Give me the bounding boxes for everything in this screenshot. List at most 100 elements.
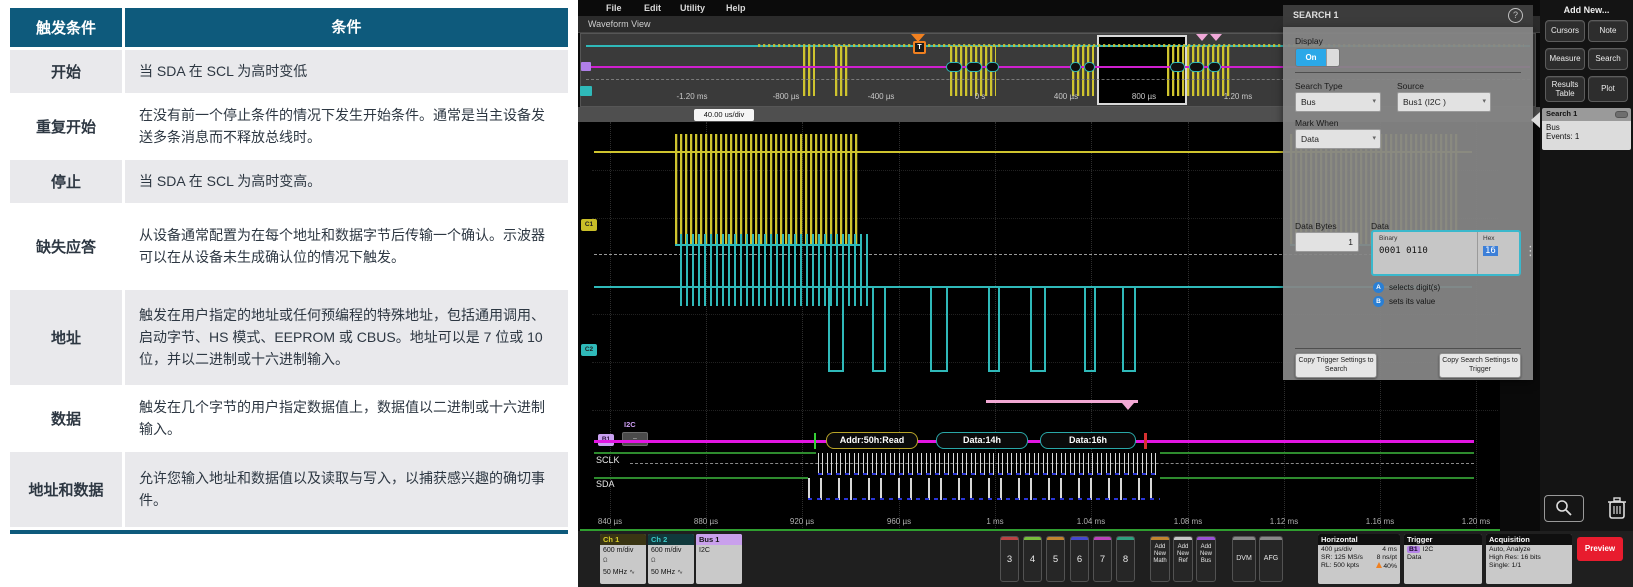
source-select[interactable]: Bus1 (I2C ) ▾ <box>1397 92 1491 112</box>
trigger-t-icon[interactable]: T <box>913 41 926 54</box>
search-mark-icon <box>1210 34 1222 41</box>
ch6-button[interactable]: 6 <box>1070 536 1089 582</box>
ch8-button[interactable]: 8 <box>1116 536 1135 582</box>
h-scale: 400 µs/div <box>1321 546 1352 553</box>
ch2-marker-icon[interactable]: C2 <box>581 344 597 356</box>
bus-handle[interactable]: – <box>622 432 648 446</box>
data-bytes-label: Data Bytes <box>1295 221 1337 231</box>
search-type-select[interactable]: Bus ▾ <box>1295 92 1381 112</box>
hex-label: Hex <box>1483 235 1495 242</box>
data-bytes-input[interactable]: 1 <box>1295 232 1359 252</box>
sda-pulses <box>808 478 1160 500</box>
sda-high-line <box>594 477 808 479</box>
afg-stripe <box>1260 537 1282 540</box>
add-cursors-button[interactable]: Cursors <box>1545 20 1585 42</box>
time-label: 840 µs <box>598 517 622 526</box>
tab-waveform-view[interactable]: Waveform View <box>588 19 651 29</box>
search-result-card[interactable]: Search 1 Bus Events: 1 <box>1542 108 1631 150</box>
ch5-button[interactable]: 5 <box>1046 536 1065 582</box>
acquisition-settings-badge[interactable]: Acquisition Auto, Analyze High Res: 16 b… <box>1486 534 1572 584</box>
mark-when-select[interactable]: Data ▾ <box>1295 129 1381 149</box>
add-new-math-button[interactable]: Add New Math <box>1150 536 1170 582</box>
acq-resolution: High Res: 16 bits <box>1489 554 1541 561</box>
coupling-icon: Ω <box>648 556 694 566</box>
hzoom-scale-value[interactable]: 40.00 us/div <box>694 109 754 121</box>
menu-help[interactable]: Help <box>726 3 746 13</box>
dvm-button[interactable]: DVM <box>1232 536 1256 582</box>
add-plot-button[interactable]: Plot <box>1588 76 1628 102</box>
help-icon[interactable]: ? <box>1508 8 1523 23</box>
ch2-badge-title: Ch 2 <box>648 534 694 545</box>
ch3-button[interactable]: 3 <box>1000 536 1019 582</box>
bus1-badge-title: Bus 1 <box>696 534 742 545</box>
search-type-label: Search Type <box>1295 81 1343 91</box>
overview-decode-bubble <box>966 62 982 72</box>
display-toggle-knob <box>1326 49 1340 67</box>
right-sidebar: Add New... Cursors Note Measure Search R… <box>1540 0 1633 531</box>
search-card-close-pill[interactable] <box>1615 111 1628 118</box>
ch7-number: 7 <box>1094 554 1111 565</box>
menu-utility[interactable]: Utility <box>680 3 705 13</box>
overview-decode-bubble <box>1084 62 1095 72</box>
acq-single: Single: 1/1 <box>1489 562 1521 569</box>
trigger-source-badge: B1 <box>1407 546 1420 553</box>
add-note-button[interactable]: Note <box>1588 20 1628 42</box>
knob-b-hint: sets its value <box>1389 297 1435 306</box>
copy-trigger-to-search-button[interactable]: Copy Trigger Settings to Search <box>1295 353 1377 378</box>
add-results-table-button[interactable]: Results Table <box>1545 76 1585 102</box>
ch4-color-stripe <box>1024 537 1041 540</box>
row-name: 地址 <box>10 290 122 385</box>
h-recordlength: RL: 500 kpts <box>1321 562 1359 570</box>
row-desc: 允许您输入地址和数据值以及读取与写入，以捕获感兴趣的确切事件。 <box>122 452 568 527</box>
source-label: Source <box>1397 81 1424 91</box>
bus1-badge[interactable]: Bus 1 I2C <box>696 534 742 584</box>
hex-value[interactable]: 16 <box>1483 246 1498 256</box>
search-mark-icon <box>1196 34 1208 41</box>
add-search-button[interactable]: Search <box>1588 48 1628 70</box>
horizontal-title: Horizontal <box>1318 534 1400 545</box>
ch4-button[interactable]: 4 <box>1023 536 1042 582</box>
overview-time-label: 0 s <box>975 92 986 101</box>
add-measure-button[interactable]: Measure <box>1545 48 1585 70</box>
divider <box>1295 72 1521 73</box>
time-label: 880 µs <box>694 517 718 526</box>
trigger-settings-badge[interactable]: Trigger B1 I2C Data <box>1404 534 1482 584</box>
overview-decode-bubble <box>1189 62 1204 72</box>
chevron-down-icon: ▾ <box>1372 93 1376 111</box>
data-value-box[interactable]: Binary 0001 0110 Hex 16 <box>1371 230 1521 276</box>
sclk-label: SCLK <box>596 455 620 465</box>
sclk-high-line <box>594 452 816 454</box>
decode-bubble-data2: Data:16h <box>1040 432 1136 449</box>
drag-handle-icon[interactable]: ⋮ <box>1524 243 1537 259</box>
preview-button[interactable]: Preview <box>1577 537 1623 561</box>
sclk-pulses <box>818 453 1160 475</box>
trash-button[interactable] <box>1604 494 1630 522</box>
table-row: 数据 触发在几个字节的用户指定数据值上，数据值以二进制或十六进制输入。 <box>10 388 568 452</box>
ch2-badge[interactable]: Ch 2 600 m/div Ω 50 MHz ∿ <box>648 534 694 584</box>
ch5-color-stripe <box>1047 537 1064 540</box>
menu-edit[interactable]: Edit <box>644 3 661 13</box>
bus-trace <box>594 440 1474 443</box>
binary-value[interactable]: 0001 0110 <box>1379 246 1428 256</box>
ch1-marker-icon[interactable]: C1 <box>581 219 597 231</box>
menu-file[interactable]: File <box>606 3 622 13</box>
search-panel-title: SEARCH 1 <box>1293 10 1339 20</box>
add-new-ref-button[interactable]: Add New Ref <box>1173 536 1193 582</box>
search-panel-titlebar[interactable]: SEARCH 1 ? <box>1283 5 1533 27</box>
row-desc: 触发在几个字节的用户指定数据值上，数据值以二进制或十六进制输入。 <box>122 388 568 449</box>
time-label: 1.12 ms <box>1270 517 1298 526</box>
horizontal-settings-badge[interactable]: Horizontal 400 µs/div4 ms SR: 125 MS/s8 … <box>1318 534 1400 584</box>
copy-search-to-trigger-button[interactable]: Copy Search Settings to Trigger <box>1439 353 1521 378</box>
row-name: 开始 <box>10 50 122 93</box>
search-config-panel: SEARCH 1 ? Display On Search Type Bus ▾ … <box>1283 5 1533 380</box>
afg-button[interactable]: AFG <box>1259 536 1283 582</box>
hex-section: Hex 16 <box>1477 232 1519 274</box>
ch2-pulse <box>988 288 1000 372</box>
zoom-mode-button[interactable] <box>1544 495 1584 522</box>
ch7-button[interactable]: 7 <box>1093 536 1112 582</box>
dvm-label: DVM <box>1233 555 1255 563</box>
add-new-bus-button[interactable]: Add New Bus <box>1196 536 1216 582</box>
display-toggle[interactable]: On <box>1295 48 1340 67</box>
ch1-badge[interactable]: Ch 1 600 m/div Ω 50 MHz ∿ <box>600 534 646 584</box>
coupling-icon: Ω <box>600 556 646 566</box>
